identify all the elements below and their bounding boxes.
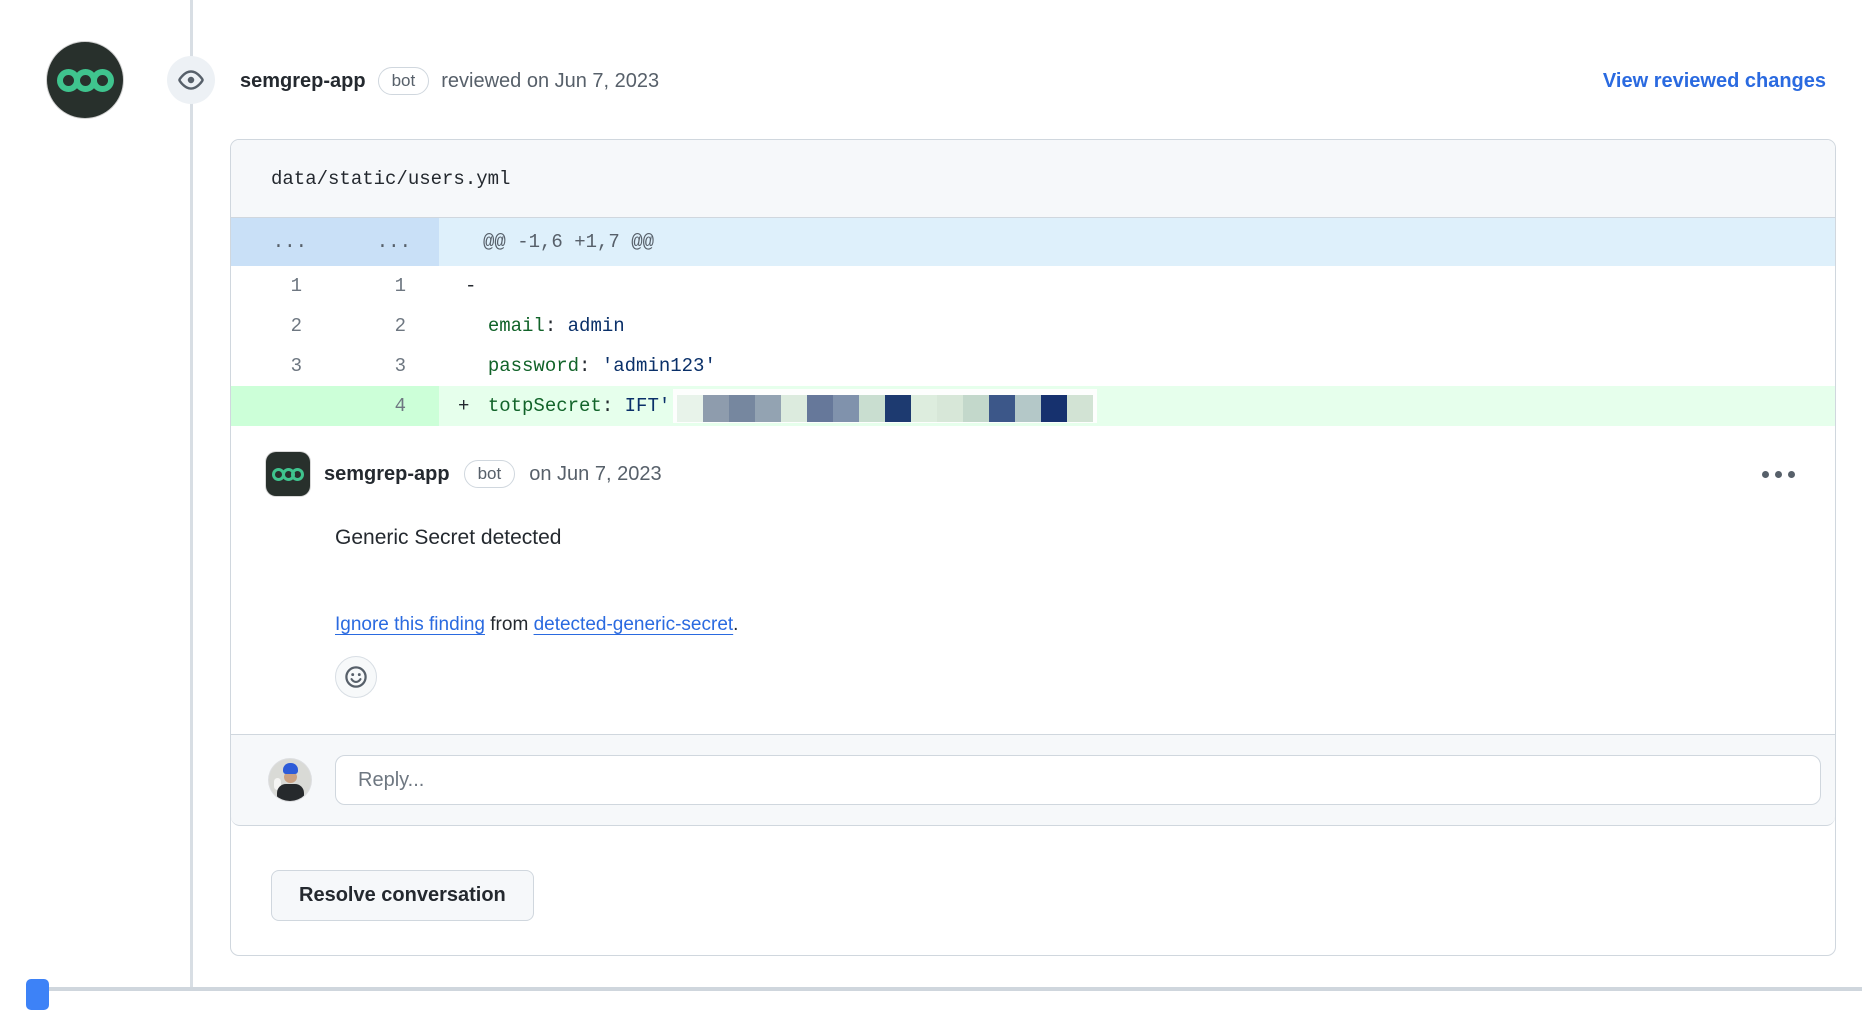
- comment-author[interactable]: semgrep-app: [324, 463, 450, 486]
- review-thread-card: data/static/users.yml ... ... @@ -1,6 +1…: [230, 139, 1836, 956]
- comment-body: Generic Secret detected Ignore this find…: [335, 526, 1799, 698]
- bot-badge: bot: [464, 460, 516, 488]
- reply-input[interactable]: [335, 755, 1821, 805]
- eye-review-icon: [167, 56, 215, 104]
- line-number-old: 3: [231, 346, 335, 386]
- diff-rows: 11-22 email: admin33 password: 'admin123…: [231, 266, 1835, 426]
- review-header: semgrep-app bot reviewed on Jun 7, 2023: [240, 66, 659, 96]
- diff-row: 4+ totpSecret: IFT': [231, 386, 1835, 426]
- diff-code-line: email: admin: [439, 306, 1835, 346]
- diff-file-header[interactable]: data/static/users.yml: [231, 140, 1835, 218]
- smiley-icon: [344, 665, 368, 689]
- line-number-new: 2: [335, 306, 439, 346]
- line-number-old: 1: [231, 266, 335, 306]
- pr-review-timeline-item: semgrep-app bot reviewed on Jun 7, 2023 …: [0, 0, 1862, 1010]
- section-divider: [45, 987, 1862, 991]
- hunk-header-text: @@ -1,6 +1,7 @@: [439, 218, 1835, 266]
- comment-author-avatar[interactable]: [266, 452, 310, 496]
- line-number-old: 2: [231, 306, 335, 346]
- diff-code-line: -: [439, 266, 1835, 306]
- comment-section: semgrep-app bot on Jun 7, 2023 Generic S…: [231, 426, 1835, 698]
- page-corner-marker: [26, 979, 49, 1010]
- reply-section: [231, 734, 1835, 826]
- hunk-gutter-new: ...: [335, 218, 439, 266]
- comment-date: on Jun 7, 2023: [529, 463, 661, 486]
- review-action-text: reviewed on Jun 7, 2023: [441, 70, 659, 93]
- semgrep-bot-avatar[interactable]: [47, 42, 123, 118]
- diff-code-line: + totpSecret: IFT': [439, 386, 1835, 426]
- diff-hunk-row: ... ... @@ -1,6 +1,7 @@: [231, 218, 1835, 266]
- diff-row: 11-: [231, 266, 1835, 306]
- diff-table: ... ... @@ -1,6 +1,7 @@ 11-22 email: adm…: [231, 218, 1835, 426]
- diff-code-line: password: 'admin123': [439, 346, 1835, 386]
- diff-filename[interactable]: data/static/users.yml: [271, 168, 510, 190]
- finding-title: Generic Secret detected: [335, 526, 1799, 550]
- user-avatar[interactable]: [269, 759, 311, 801]
- period-text: .: [733, 614, 738, 635]
- line-number-new: 3: [335, 346, 439, 386]
- view-reviewed-changes-link[interactable]: View reviewed changes: [1603, 70, 1826, 93]
- hunk-gutter-old: ...: [231, 218, 335, 266]
- comment-options-kebab-icon[interactable]: [1758, 463, 1799, 486]
- bot-badge: bot: [378, 67, 430, 95]
- resolve-area: Resolve conversation: [231, 827, 534, 921]
- line-number-old: [231, 386, 335, 426]
- line-number-new: 1: [335, 266, 439, 306]
- semgrep-logo-icon: [272, 468, 304, 481]
- add-reaction-button[interactable]: [335, 656, 377, 698]
- diff-row: 22 email: admin: [231, 306, 1835, 346]
- diff-row: 33 password: 'admin123': [231, 346, 1835, 386]
- resolve-conversation-button[interactable]: Resolve conversation: [271, 870, 534, 921]
- review-author[interactable]: semgrep-app: [240, 70, 366, 93]
- from-text: from: [485, 614, 534, 635]
- ignore-finding-link[interactable]: Ignore this finding: [335, 614, 485, 635]
- redacted-secret: [673, 389, 1097, 423]
- finding-links: Ignore this finding from detected-generi…: [335, 614, 1799, 636]
- comment-header: semgrep-app bot on Jun 7, 2023: [266, 452, 1799, 496]
- semgrep-logo-icon: [57, 69, 114, 92]
- rule-link[interactable]: detected-generic-secret: [534, 614, 734, 635]
- timeline-line: [190, 0, 193, 988]
- line-number-new: 4: [335, 386, 439, 426]
